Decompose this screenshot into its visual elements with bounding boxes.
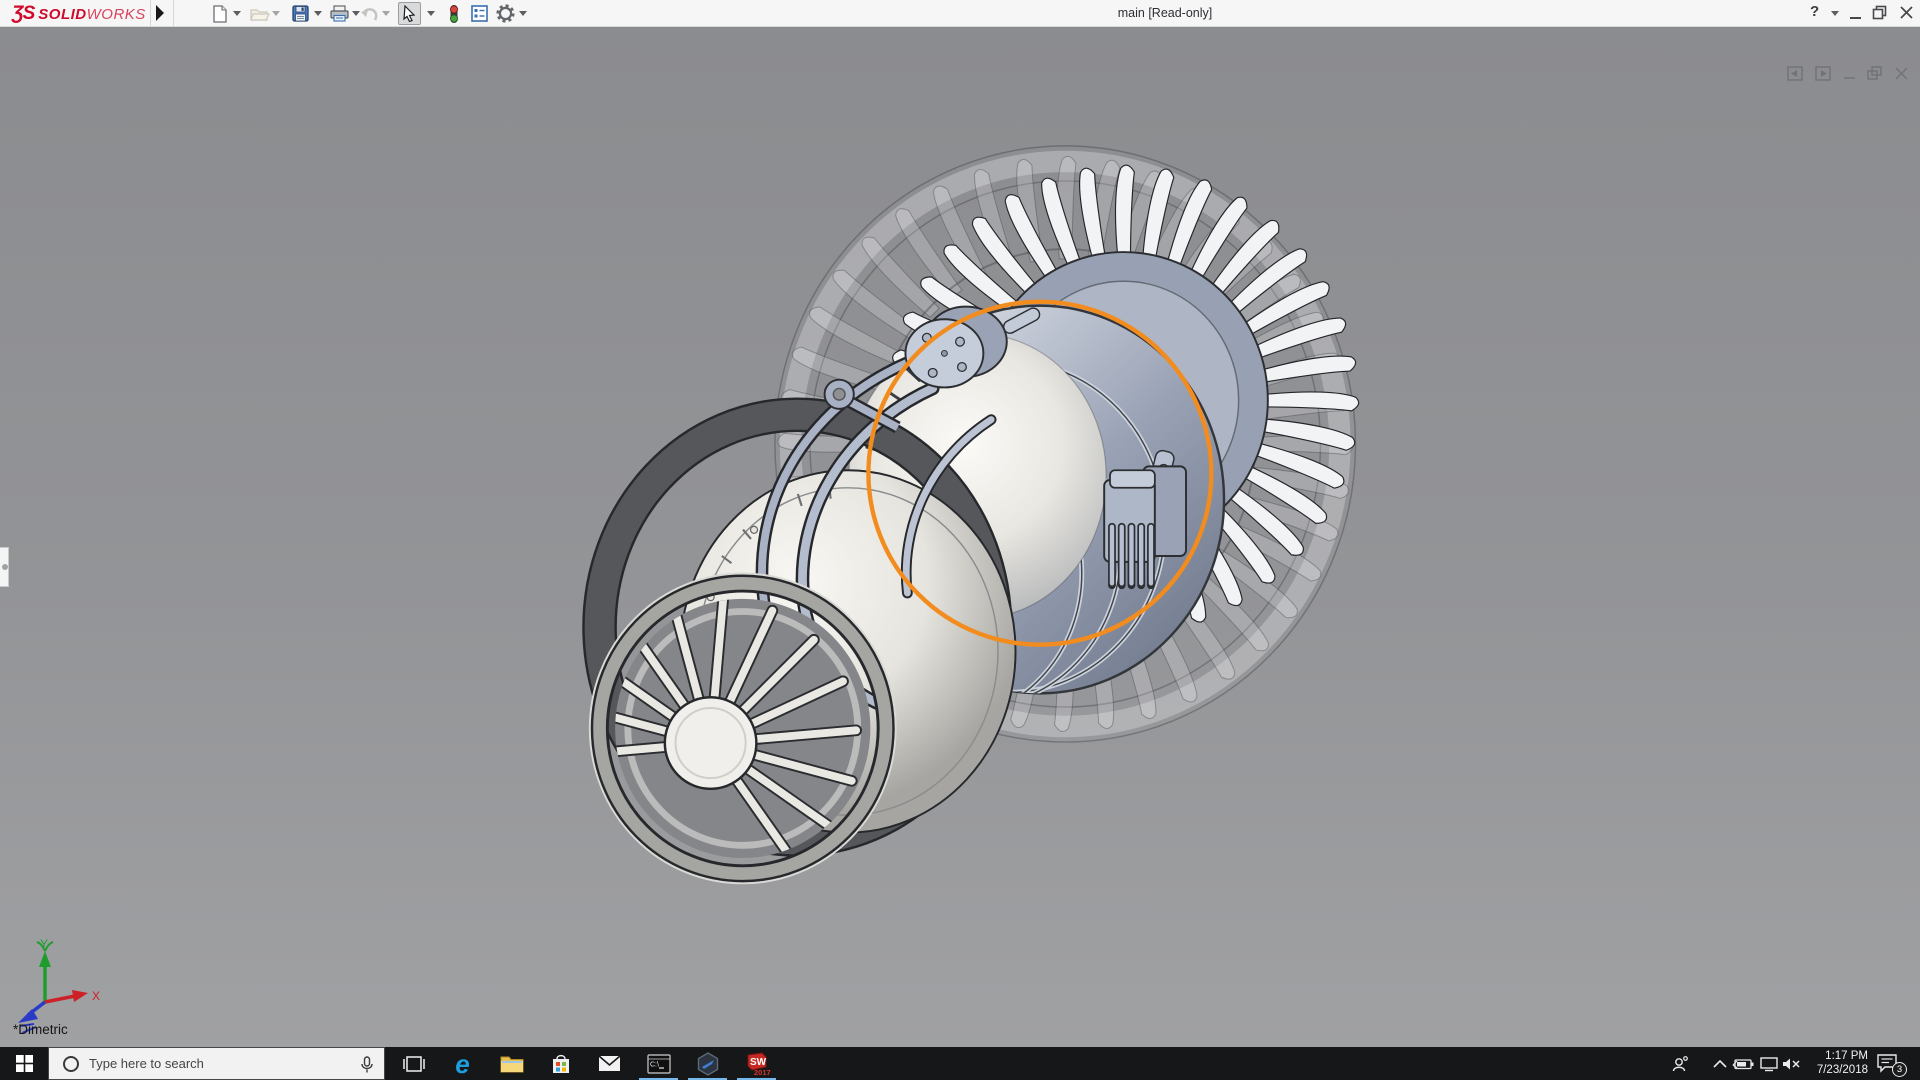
svg-text:2017: 2017 xyxy=(754,1068,771,1077)
traffic-light-icon xyxy=(448,4,460,24)
microphone-icon[interactable] xyxy=(360,1056,374,1074)
search-input[interactable] xyxy=(89,1056,339,1071)
document-title: main [Read-only] xyxy=(1118,6,1213,20)
undo-arrow-icon xyxy=(360,6,379,22)
mail-button[interactable] xyxy=(585,1047,634,1080)
graphics-viewport[interactable]: Y X *Dimetric xyxy=(0,27,1920,1047)
taskbar-clock[interactable]: 1:17 PM 7/23/2018 xyxy=(1798,1050,1868,1077)
undo-button[interactable] xyxy=(358,2,381,25)
windows-logo-icon xyxy=(16,1055,33,1072)
clock-date: 7/23/2018 xyxy=(1798,1064,1868,1078)
people-button[interactable] xyxy=(1668,1047,1692,1080)
notification-badge: 3 xyxy=(1892,1062,1907,1077)
new-document-dropdown[interactable] xyxy=(233,11,241,16)
close-button[interactable] xyxy=(1899,5,1915,21)
command-prompt-button[interactable]: C:\ xyxy=(634,1047,683,1080)
task-view-icon xyxy=(403,1054,425,1074)
people-icon xyxy=(1671,1055,1689,1073)
clock-time: 1:17 PM xyxy=(1798,1050,1868,1064)
engine-3d-model xyxy=(0,27,1920,1047)
view-orientation-label: *Dimetric xyxy=(13,1022,68,1037)
battery-button[interactable] xyxy=(1731,1047,1755,1080)
svg-text:SW: SW xyxy=(750,1057,767,1068)
menu-flyout-arrow-icon[interactable] xyxy=(156,5,164,21)
restore-button[interactable] xyxy=(1872,5,1888,21)
axis-label-y: Y xyxy=(40,937,48,951)
command-prompt-icon: C:\ xyxy=(647,1054,671,1074)
solidworks-2017-icon: SW 2017 xyxy=(743,1051,771,1077)
network-button[interactable] xyxy=(1757,1047,1781,1080)
minimize-button[interactable] xyxy=(1849,4,1863,22)
printer-icon xyxy=(330,5,349,22)
edge-button[interactable]: e xyxy=(438,1047,487,1080)
gear-icon xyxy=(496,4,515,23)
svg-text:C:\: C:\ xyxy=(650,1061,659,1068)
help-dropdown[interactable] xyxy=(1831,11,1839,16)
battery-charging-icon xyxy=(1732,1057,1754,1071)
document-window-controls xyxy=(1786,65,1912,83)
properties-list-icon xyxy=(471,5,488,22)
help-button[interactable]: ? xyxy=(1810,3,1819,20)
select-cursor-icon xyxy=(402,5,417,22)
action-center-button[interactable]: 3 xyxy=(1874,1047,1908,1080)
open-button[interactable] xyxy=(248,2,271,25)
logo-text-solid: SOLID xyxy=(38,6,86,23)
hidden-icons-button[interactable] xyxy=(1708,1047,1732,1080)
new-document-icon xyxy=(212,5,228,23)
ds-logo-mark: ƷS xyxy=(12,3,34,25)
start-button[interactable] xyxy=(0,1047,48,1080)
axis-label-x: X xyxy=(92,989,100,1003)
task-view-button[interactable] xyxy=(389,1047,438,1080)
save-floppy-icon xyxy=(292,5,309,22)
doc-close-icon xyxy=(1896,68,1907,79)
reference-triad: Y X xyxy=(0,27,120,1047)
triad-x-axis: X xyxy=(45,989,100,1003)
triad-y-axis: Y xyxy=(37,937,53,1002)
store-icon xyxy=(551,1053,571,1074)
properties-button[interactable] xyxy=(468,2,491,25)
hexagon-app-button[interactable] xyxy=(683,1047,732,1080)
save-dropdown[interactable] xyxy=(314,11,322,16)
logo-text-works: WORKS xyxy=(87,6,146,23)
print-button[interactable] xyxy=(328,2,351,25)
file-explorer-icon xyxy=(500,1054,524,1073)
options-button[interactable] xyxy=(494,2,517,25)
titlebar: ƷS SOLID WORKS xyxy=(0,0,1920,27)
traffic-light-button[interactable] xyxy=(442,2,465,25)
select-tool-button[interactable] xyxy=(398,2,421,25)
open-dropdown[interactable] xyxy=(272,11,280,16)
chevron-up-icon xyxy=(1713,1059,1727,1069)
select-tool-dropdown[interactable] xyxy=(427,11,435,16)
mail-icon xyxy=(598,1055,621,1072)
edge-icon: e xyxy=(455,1053,469,1075)
hexagon-app-icon xyxy=(696,1052,720,1076)
options-dropdown[interactable] xyxy=(519,11,527,16)
save-button[interactable] xyxy=(289,2,312,25)
cortana-icon xyxy=(63,1056,79,1072)
windows-taskbar: e C:\ xyxy=(0,1047,1920,1080)
store-button[interactable] xyxy=(536,1047,585,1080)
new-document-button[interactable] xyxy=(208,2,231,25)
solidworks-2017-button[interactable]: SW 2017 xyxy=(732,1047,781,1080)
open-folder-icon xyxy=(250,6,270,22)
network-icon xyxy=(1759,1056,1779,1072)
file-explorer-button[interactable] xyxy=(487,1047,536,1080)
undo-dropdown[interactable] xyxy=(382,11,390,16)
solidworks-logo: ƷS SOLID WORKS xyxy=(12,3,146,25)
taskbar-search[interactable] xyxy=(48,1047,385,1080)
doc-restore-icon xyxy=(1868,67,1881,79)
